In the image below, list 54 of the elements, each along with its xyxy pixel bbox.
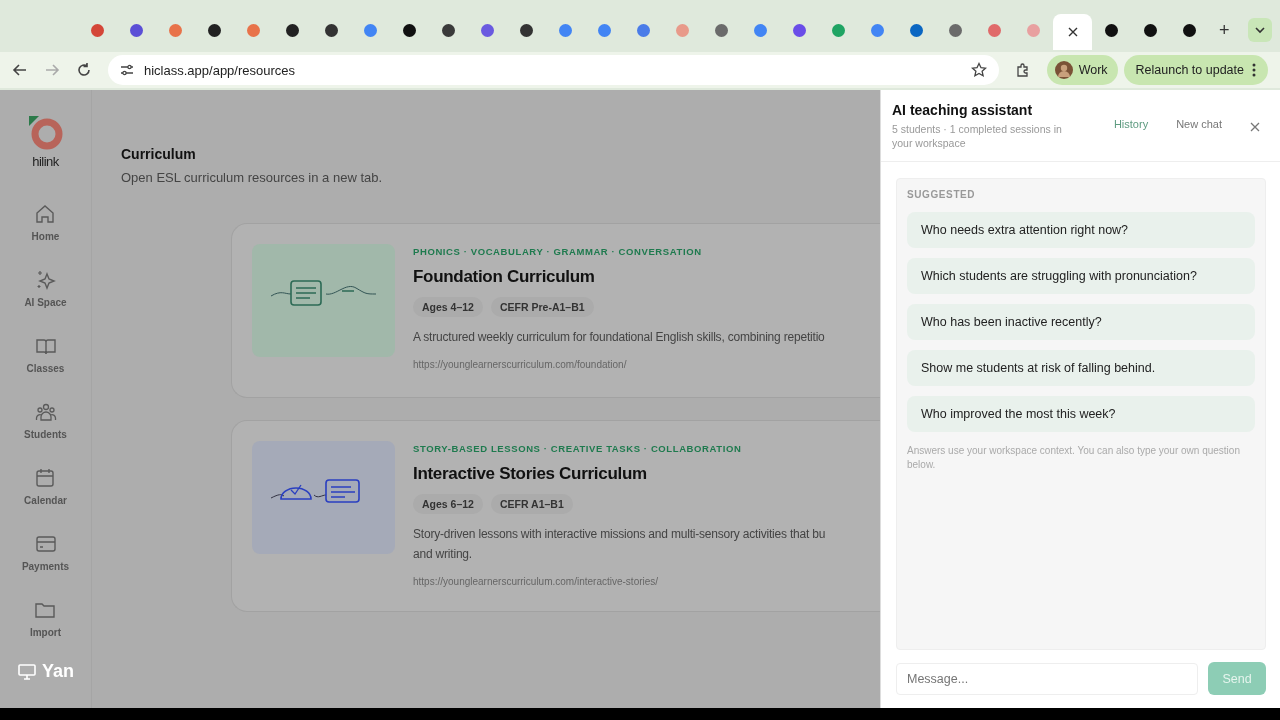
- puzzle-icon[interactable]: [1014, 62, 1031, 78]
- card-title: Foundation Curriculum: [413, 267, 596, 287]
- page-subtitle: Open ESL curriculum resources in a new tab.: [121, 170, 384, 185]
- curriculum-card[interactable]: [231, 420, 880, 612]
- card-link[interactable]: https://younglearnerscurriculum.com/foundation/: [413, 359, 825, 370]
- more-icon: [1252, 63, 1256, 77]
- chevron-down-icon[interactable]: [1248, 18, 1272, 42]
- nav-item[interactable]: Students: [24, 401, 67, 467]
- suggestion-button[interactable]: Who has been inactive recently?: [907, 304, 1255, 340]
- curriculum-card[interactable]: [231, 223, 880, 398]
- page-title: Curriculum: [121, 146, 197, 162]
- logo-icon: [26, 114, 65, 152]
- nav-item[interactable]: AI Space: [24, 269, 67, 335]
- relaunch-button[interactable]: Relaunch to update: [1123, 55, 1268, 85]
- card-description: A structured weekly curriculum for foundational English skills, combining repetitio: [413, 329, 825, 346]
- profile-button[interactable]: Work: [1046, 55, 1118, 85]
- home-icon: [34, 203, 57, 225]
- new-tab-button[interactable]: +: [1209, 19, 1240, 41]
- suggestion-button[interactable]: Which students are struggling with pronunciation?: [907, 258, 1255, 294]
- suggestion-button[interactable]: Who needs extra attention right now?: [907, 212, 1255, 248]
- site-settings-icon: [120, 63, 134, 77]
- card-link[interactable]: https://younglearnerscurriculum.com/interactive-stories/: [413, 576, 826, 587]
- history-button[interactable]: History: [1113, 118, 1149, 130]
- close-icon[interactable]: [1067, 27, 1078, 37]
- calendar-icon: [34, 467, 57, 489]
- avatar-icon: [1054, 61, 1073, 79]
- star-icon[interactable]: [970, 62, 987, 78]
- address-field[interactable]: hiclass.app/app/resources: [108, 55, 999, 85]
- card-badge: Ages 4–12: [413, 297, 483, 317]
- suggestion-button[interactable]: Who improved the most this week?: [907, 396, 1255, 432]
- card-title: Interactive Stories Curriculum: [413, 464, 648, 484]
- logo-text: hilink: [32, 154, 59, 169]
- nav-item[interactable]: Classes: [26, 335, 65, 401]
- people-icon: [34, 401, 57, 423]
- back-icon[interactable]: [12, 62, 28, 78]
- nav-item[interactable]: Home: [31, 203, 60, 269]
- card-tags: STORY-BASED LESSONS · CREATIVE TASKS · COLLABORATION: [413, 443, 826, 454]
- panel-subtitle: 5 students · 1 completed sessions in your workspace: [892, 122, 1063, 150]
- message-field[interactable]: Message...: [896, 662, 1198, 695]
- nav-item[interactable]: Payments: [21, 533, 70, 599]
- card-description: Story-driven lessons with interactive missions and multi-sensory activities that bu and writing.: [413, 526, 826, 563]
- suggestion-button[interactable]: Show me students at risk of falling behind.: [907, 350, 1255, 386]
- reload-icon[interactable]: [76, 62, 92, 78]
- card-badge: Ages 6–12: [413, 494, 483, 514]
- card-badge: CEFR A1–B1: [490, 494, 573, 514]
- card-tags: PHONICS · VOCABULARY · GRAMMAR · CONVERSATION: [413, 246, 825, 257]
- panel-title: AI teaching assistant: [892, 102, 1034, 118]
- new-chat-button[interactable]: New chat: [1176, 118, 1222, 130]
- card-badge: CEFR Pre-A1–B1: [490, 297, 594, 317]
- nav-item[interactable]: Calendar: [24, 467, 67, 533]
- hint-text: Answers use your workspace context. You can also type your own question below.: [907, 444, 1241, 472]
- card-icon: [34, 533, 57, 555]
- section-label: SUGGESTED: [907, 189, 977, 200]
- monitor-icon: [18, 663, 36, 680]
